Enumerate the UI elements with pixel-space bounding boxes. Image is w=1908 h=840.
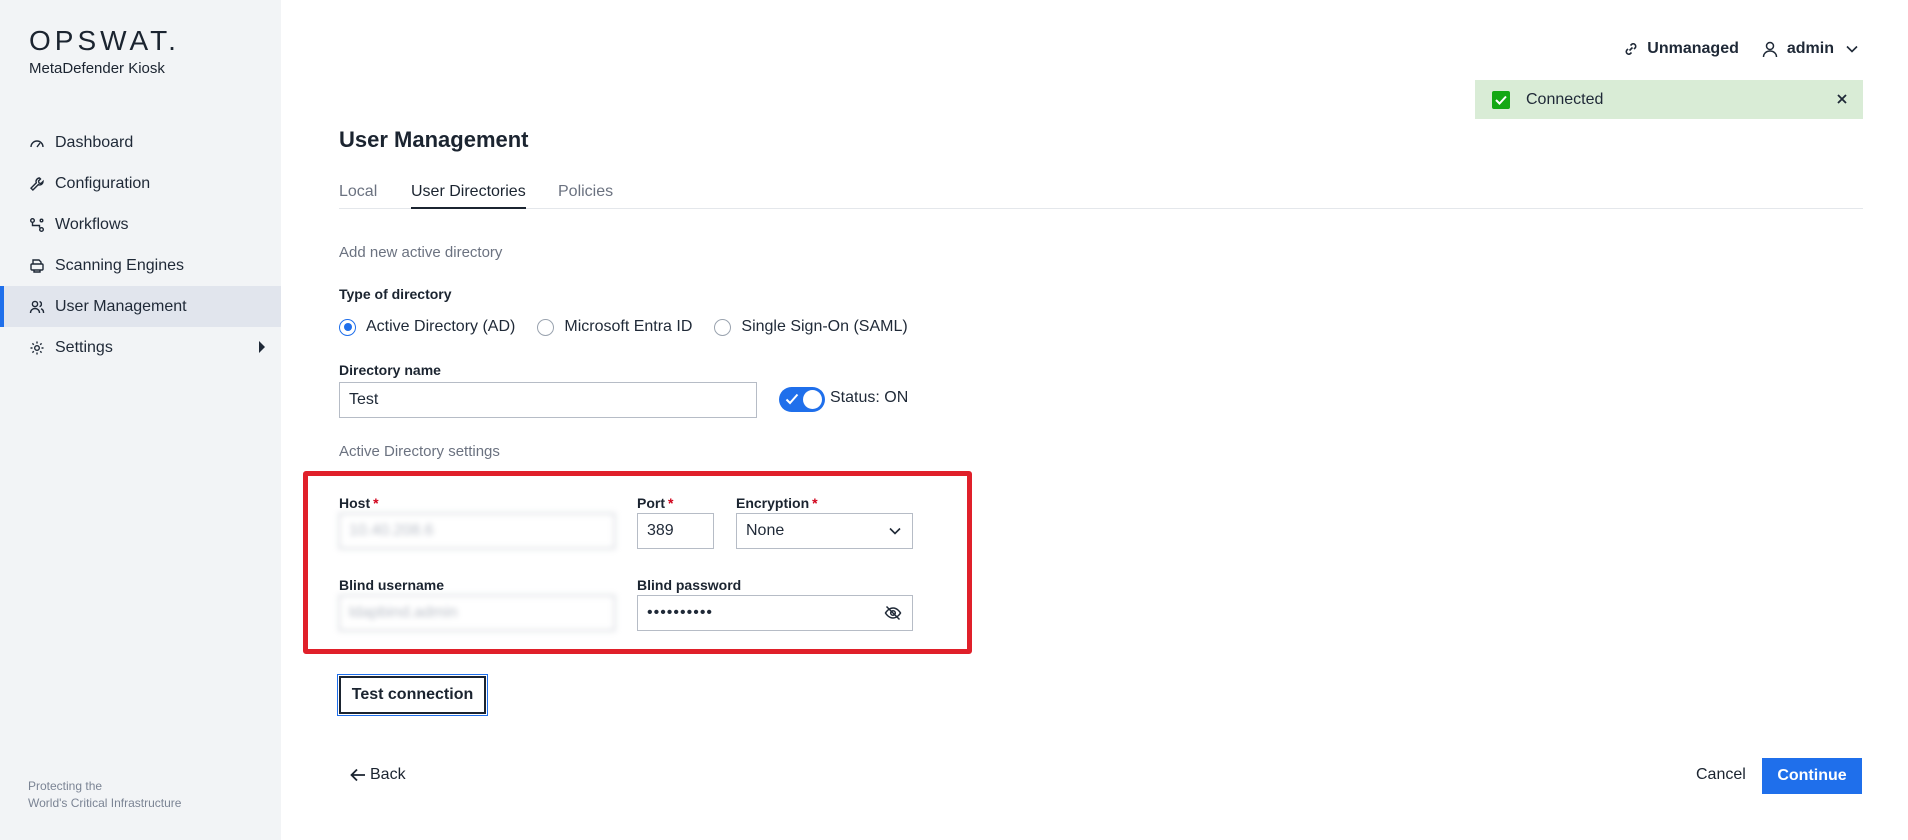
unmanaged-link[interactable]: Unmanaged bbox=[1623, 40, 1739, 58]
eye-off-icon[interactable] bbox=[884, 604, 902, 627]
port-label: Port * bbox=[637, 495, 673, 511]
radio-label: Single Sign-On (SAML) bbox=[741, 318, 908, 335]
host-label-text: Host bbox=[339, 495, 371, 511]
gear-icon bbox=[28, 339, 46, 357]
radio-label: Active Directory (AD) bbox=[366, 318, 516, 335]
wrench-icon bbox=[28, 175, 46, 193]
blind-username-input[interactable] bbox=[339, 595, 615, 631]
sidebar-item-settings[interactable]: Settings bbox=[0, 327, 281, 368]
sidebar-item-label: Settings bbox=[55, 338, 113, 356]
status-label: Status: ON bbox=[830, 389, 909, 406]
cancel-button[interactable]: Cancel bbox=[1696, 766, 1746, 784]
close-icon[interactable] bbox=[1833, 90, 1851, 113]
encryption-value: None bbox=[746, 522, 785, 539]
radio-single-sign-on[interactable]: Single Sign-On (SAML) bbox=[714, 318, 908, 336]
port-label-text: Port bbox=[637, 495, 665, 511]
blind-password-label: Blind password bbox=[637, 577, 742, 593]
toast-message: Connected bbox=[1526, 90, 1604, 108]
add-directory-heading: Add new active directory bbox=[339, 244, 503, 261]
sidebar-item-label: Configuration bbox=[55, 174, 151, 192]
test-connection-button[interactable]: Test connection bbox=[337, 674, 488, 716]
printer-icon bbox=[28, 257, 46, 275]
chevron-down-icon bbox=[1846, 45, 1858, 53]
check-icon bbox=[1492, 90, 1510, 109]
user-menu[interactable]: admin bbox=[1761, 40, 1858, 58]
chevron-down-icon bbox=[889, 527, 901, 535]
user-name: admin bbox=[1786, 40, 1834, 57]
page-title: User Management bbox=[339, 127, 529, 152]
sidebar-item-dashboard[interactable]: Dashboard bbox=[0, 122, 281, 163]
footer-line: World's Critical Infrastructure bbox=[28, 796, 182, 810]
sidebar-nav: Dashboard Configuration Workflows Scanni… bbox=[0, 122, 281, 368]
product-name: MetaDefender Kiosk bbox=[29, 60, 165, 77]
directory-name-label: Directory name bbox=[339, 362, 441, 378]
unmanaged-label: Unmanaged bbox=[1647, 40, 1739, 57]
radio-indicator bbox=[714, 318, 732, 336]
blind-username-label: Blind username bbox=[339, 577, 445, 593]
brand-name: OPSWAT. bbox=[29, 25, 180, 56]
tab-local[interactable]: Local bbox=[339, 183, 377, 209]
sidebar-item-label: Dashboard bbox=[55, 133, 134, 151]
footer-line: Protecting the bbox=[28, 779, 103, 793]
logo: OPSWAT. MetaDefender Kiosk bbox=[29, 25, 180, 78]
header-actions: Unmanaged admin bbox=[1601, 40, 1858, 58]
status-toggle[interactable] bbox=[779, 387, 825, 412]
ad-settings-heading: Active Directory settings bbox=[339, 443, 500, 460]
required-mark: * bbox=[812, 495, 818, 511]
radio-label: Microsoft Entra ID bbox=[564, 318, 693, 335]
back-button[interactable]: Back bbox=[350, 766, 406, 784]
users-icon bbox=[28, 298, 46, 316]
tab-bar: Local User Directories Policies bbox=[339, 183, 1863, 209]
sidebar-item-label: Scanning Engines bbox=[55, 256, 184, 274]
sidebar-footer: Protecting the World's Critical Infrastr… bbox=[28, 778, 181, 812]
back-label: Back bbox=[370, 766, 406, 783]
continue-button[interactable]: Continue bbox=[1762, 758, 1862, 794]
sidebar: OPSWAT. MetaDefender Kiosk Dashboard Con… bbox=[0, 0, 281, 840]
host-input[interactable] bbox=[339, 513, 615, 549]
directory-name-input[interactable] bbox=[339, 382, 757, 418]
workflow-icon bbox=[28, 216, 46, 234]
tab-policies[interactable]: Policies bbox=[558, 183, 613, 209]
sidebar-item-label: User Management bbox=[55, 297, 187, 315]
sidebar-item-label: Workflows bbox=[55, 215, 129, 233]
toggle-knob bbox=[803, 390, 822, 409]
caret-right-icon bbox=[259, 341, 265, 353]
encryption-label: Encryption * bbox=[736, 495, 818, 511]
encryption-select[interactable]: None bbox=[736, 513, 913, 549]
user-icon bbox=[1762, 41, 1778, 58]
directory-type-label: Type of directory bbox=[339, 286, 452, 302]
required-mark: * bbox=[373, 495, 379, 511]
radio-active-directory[interactable]: Active Directory (AD) bbox=[339, 318, 515, 336]
arrow-left-icon bbox=[350, 768, 365, 782]
link-icon bbox=[1625, 43, 1637, 55]
host-label: Host * bbox=[339, 495, 379, 511]
tab-user-directories[interactable]: User Directories bbox=[411, 183, 526, 209]
directory-type-group: Active Directory (AD) Microsoft Entra ID… bbox=[339, 318, 930, 336]
radio-indicator bbox=[339, 318, 356, 336]
port-input[interactable] bbox=[637, 513, 714, 549]
sidebar-item-configuration[interactable]: Configuration bbox=[0, 163, 281, 204]
connected-toast: Connected bbox=[1475, 80, 1863, 119]
sidebar-item-user-management[interactable]: User Management bbox=[0, 286, 281, 327]
check-icon bbox=[785, 393, 799, 405]
sidebar-item-scanning-engines[interactable]: Scanning Engines bbox=[0, 245, 281, 286]
radio-indicator bbox=[537, 318, 555, 336]
blind-password-input[interactable] bbox=[637, 595, 913, 631]
radio-microsoft-entra-id[interactable]: Microsoft Entra ID bbox=[537, 318, 692, 336]
required-mark: * bbox=[668, 495, 674, 511]
encryption-label-text: Encryption bbox=[736, 495, 810, 511]
gauge-icon bbox=[28, 134, 46, 152]
sidebar-item-workflows[interactable]: Workflows bbox=[0, 204, 281, 245]
